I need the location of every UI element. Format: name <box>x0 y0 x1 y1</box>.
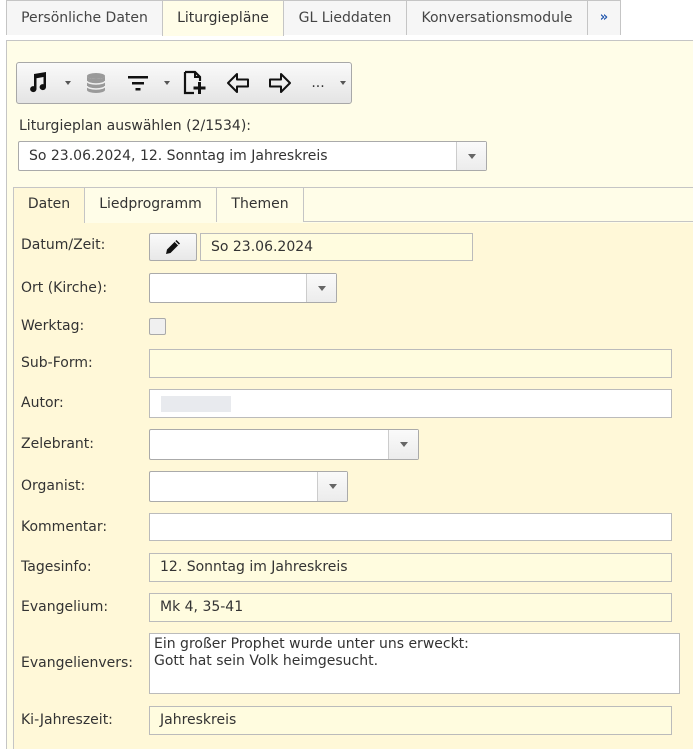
tab-themen[interactable]: Themen <box>217 188 304 222</box>
evangelium-label: Evangelium: <box>21 599 109 615</box>
chevron-down-icon[interactable] <box>388 430 418 459</box>
plan-selector-value: So 23.06.2024, 12. Sonntag im Jahreskrei… <box>29 148 328 164</box>
filter-icon[interactable] <box>123 68 153 98</box>
zelebrant-label: Zelebrant: <box>21 436 95 452</box>
plan-selector-label: Liturgieplan auswählen (2/1534): <box>19 118 251 134</box>
evangelienvers-textarea[interactable]: Ein großer Prophet wurde unter uns erwec… <box>149 633 680 694</box>
subform-label: Sub-Form: <box>21 355 93 371</box>
more-dropdown-caret-icon[interactable] <box>340 81 346 85</box>
chevron-down-icon[interactable] <box>456 142 486 170</box>
tab-liedprogramm[interactable]: Liedprogramm <box>85 188 217 222</box>
plan-selector-combobox[interactable]: So 23.06.2024, 12. Sonntag im Jahreskrei… <box>18 141 487 171</box>
chevron-down-icon[interactable] <box>306 274 336 302</box>
evangelienvers-label: Evangelienvers: <box>21 655 134 671</box>
redacted-author-value <box>161 396 231 412</box>
music-note-icon[interactable] <box>23 68 53 98</box>
arrow-right-icon[interactable] <box>265 68 295 98</box>
database-icon[interactable] <box>81 68 111 98</box>
ort-combobox[interactable] <box>149 273 337 303</box>
organist-label: Organist: <box>21 478 86 494</box>
kijahreszeit-label: Ki-Jahreszeit: <box>21 712 113 728</box>
edit-date-button[interactable] <box>149 233 197 261</box>
tab-more-button[interactable]: » <box>587 0 621 35</box>
tagesinfo-field[interactable]: 12. Sonntag im Jahreskreis <box>149 553 672 582</box>
tab-liturgieplaene[interactable]: Liturgiepläne <box>162 0 284 36</box>
tab-gl-lieddaten[interactable]: GL Lieddaten <box>283 0 407 35</box>
subform-field[interactable] <box>149 349 672 378</box>
add-document-icon[interactable] <box>179 68 209 98</box>
tab-persoenliche-daten[interactable]: Persönliche Daten <box>6 0 163 35</box>
zelebrant-combobox[interactable] <box>149 429 419 460</box>
filter-dropdown-caret-icon[interactable] <box>164 81 170 85</box>
tab-konversationsmodule[interactable]: Konversationsmodule <box>406 0 588 35</box>
tab-daten[interactable]: Daten <box>14 188 85 223</box>
ort-label: Ort (Kirche): <box>21 280 108 296</box>
datum-field[interactable]: So 23.06.2024 <box>200 233 473 261</box>
kijahreszeit-field[interactable]: Jahreskreis <box>149 706 672 735</box>
werktag-checkbox[interactable] <box>149 318 166 335</box>
autor-label: Autor: <box>21 395 64 411</box>
arrow-left-icon[interactable] <box>223 68 253 98</box>
toolbar: ... <box>16 62 352 104</box>
kommentar-field[interactable] <box>149 513 672 541</box>
werktag-label: Werktag: <box>21 318 85 334</box>
chevron-down-icon[interactable] <box>317 472 347 501</box>
datum-label: Datum/Zeit: <box>21 237 106 253</box>
pencil-icon <box>166 240 180 254</box>
organist-combobox[interactable] <box>149 471 348 502</box>
kommentar-label: Kommentar: <box>21 519 108 535</box>
evangelium-field[interactable]: Mk 4, 35-41 <box>149 593 672 622</box>
music-dropdown-caret-icon[interactable] <box>65 81 71 85</box>
tagesinfo-label: Tagesinfo: <box>21 559 92 575</box>
more-actions-button[interactable]: ... <box>305 68 331 98</box>
